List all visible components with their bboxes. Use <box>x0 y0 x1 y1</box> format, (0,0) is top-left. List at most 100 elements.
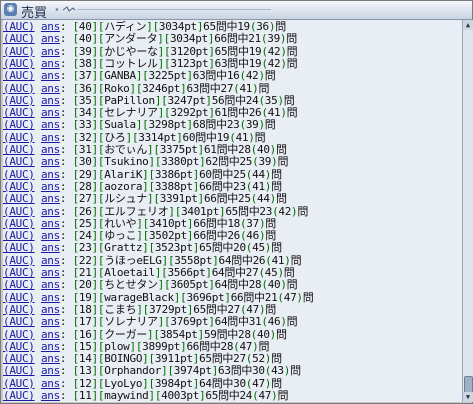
message-author[interactable]: ans <box>41 32 60 45</box>
message-author[interactable]: ans <box>41 389 60 402</box>
correct-count: 21 <box>248 32 261 46</box>
title-bar[interactable]: ◉ 売買 <box>1 1 472 21</box>
message-prefix[interactable]: (AUC) <box>3 94 35 107</box>
message-prefix[interactable]: (AUC) <box>3 364 35 377</box>
log-row: (AUC) ans: [33][Suala][3298pt]68問中23(39)… <box>3 119 276 131</box>
message-author[interactable]: ans <box>41 155 60 168</box>
percent-value: 66 <box>193 216 206 230</box>
total-count: 41 <box>271 253 285 267</box>
message-prefix[interactable]: (AUC) <box>3 118 35 131</box>
message-prefix[interactable]: (AUC) <box>3 389 35 402</box>
correct-count: 19 <box>248 56 262 70</box>
correct-count: 23 <box>259 204 273 218</box>
rank-value: 11 <box>78 389 92 402</box>
message-prefix[interactable]: (AUC) <box>3 180 35 193</box>
message-prefix[interactable]: (AUC) <box>3 315 35 328</box>
message-prefix[interactable]: (AUC) <box>3 82 35 95</box>
message-author[interactable]: ans <box>41 254 60 267</box>
message-prefix[interactable]: (AUC) <box>3 291 35 304</box>
message-author[interactable]: ans <box>41 69 60 82</box>
question-word: 問中 <box>216 143 239 156</box>
player-name: おでぃん <box>104 143 148 156</box>
message-prefix[interactable]: (AUC) <box>3 328 35 341</box>
message-author[interactable]: ans <box>41 266 60 279</box>
message-prefix[interactable]: (AUC) <box>3 241 35 254</box>
message-prefix[interactable]: (AUC) <box>3 254 35 267</box>
message-prefix[interactable]: (AUC) <box>3 278 35 291</box>
percent-value: 63 <box>214 56 228 70</box>
message-author[interactable]: ans <box>41 106 60 119</box>
message-author[interactable]: ans <box>41 241 60 254</box>
message-author[interactable]: ans <box>41 94 60 107</box>
message-author[interactable]: ans <box>41 303 60 316</box>
rank-value: 27 <box>78 192 92 206</box>
chat-log[interactable]: (AUC) ans: [40][ハディン][3034pt]65問中19(36)問… <box>3 20 462 402</box>
log-row: (AUC) ans: [25][れいや][3410pt]66問中18(37)問 <box>3 216 276 230</box>
message-prefix[interactable]: (AUC) <box>3 32 35 45</box>
message-prefix[interactable]: (AUC) <box>3 217 35 230</box>
message-prefix[interactable]: (AUC) <box>3 131 35 144</box>
message-author[interactable]: ans <box>41 352 60 365</box>
message-prefix[interactable]: (AUC) <box>3 168 35 181</box>
message-prefix[interactable]: (AUC) <box>3 352 35 365</box>
message-author[interactable]: ans <box>41 291 60 304</box>
message-prefix[interactable]: (AUC) <box>3 377 35 390</box>
message-author[interactable]: ans <box>41 364 60 377</box>
player-name: ルシュナ <box>104 192 148 206</box>
message-author[interactable]: ans <box>41 131 60 144</box>
points-value: 3120pt <box>170 44 209 58</box>
percent-value: 60 <box>182 130 196 144</box>
message-author[interactable]: ans <box>41 180 60 193</box>
message-prefix[interactable]: (AUC) <box>3 69 35 82</box>
question-word: 問中 <box>224 266 246 279</box>
question-tail: 問 <box>271 179 282 193</box>
message-prefix[interactable]: (AUC) <box>3 266 35 279</box>
rank-value: 26 <box>78 204 92 218</box>
message-prefix[interactable]: (AUC) <box>3 155 35 168</box>
vertical-scrollbar[interactable]: ▲ ▼ <box>462 20 473 402</box>
question-tail: 問 <box>258 339 270 353</box>
message-author[interactable]: ans <box>41 192 60 205</box>
message-prefix[interactable]: (AUC) <box>3 106 35 119</box>
question-tail: 問 <box>264 118 276 132</box>
message-author[interactable]: ans <box>41 82 60 95</box>
message-author[interactable]: ans <box>41 45 60 58</box>
percent-value: 64 <box>218 253 232 267</box>
message-prefix[interactable]: (AUC) <box>3 205 35 218</box>
message-prefix[interactable]: (AUC) <box>3 143 35 156</box>
message-prefix[interactable]: (AUC) <box>3 57 35 70</box>
question-word: 問中 <box>227 44 249 58</box>
message-author[interactable]: ans <box>41 168 60 181</box>
message-prefix[interactable]: (AUC) <box>3 303 35 316</box>
message-author[interactable]: ans <box>41 315 60 328</box>
message-author[interactable]: ans <box>41 328 60 341</box>
message-author[interactable]: ans <box>41 118 60 131</box>
total-count: 47 <box>252 376 265 390</box>
total-count: 44 <box>257 192 270 206</box>
message-author[interactable]: ans <box>41 377 60 390</box>
message-author[interactable]: ans <box>41 229 60 242</box>
message-prefix[interactable]: (AUC) <box>3 229 35 242</box>
message-author[interactable]: ans <box>41 143 60 156</box>
correct-count: 25 <box>233 167 246 181</box>
message-author[interactable]: ans <box>41 205 60 218</box>
message-prefix[interactable]: (AUC) <box>3 45 35 58</box>
message-prefix[interactable]: (AUC) <box>3 340 35 353</box>
message-author[interactable]: ans <box>41 278 60 291</box>
question-word: 問中 <box>199 81 221 95</box>
message-author[interactable]: ans <box>41 340 60 353</box>
total-count: 42 <box>245 69 259 83</box>
percent-value: 65 <box>225 204 238 218</box>
message-author[interactable]: ans <box>41 217 60 230</box>
log-row: (AUC) ans: [14][BOINGO][3911pt]65問中27(52… <box>3 353 282 365</box>
scroll-up-arrow-icon[interactable]: ▲ <box>463 20 473 30</box>
question-tail: 問 <box>277 155 289 169</box>
correct-count: 20 <box>233 241 246 255</box>
points-value: 3696pt <box>186 290 225 304</box>
player-name: plow <box>104 339 130 353</box>
total-count: 40 <box>267 278 281 292</box>
message-author[interactable]: ans <box>41 57 60 70</box>
message-prefix[interactable]: (AUC) <box>3 192 35 205</box>
percent-value: 65 <box>199 352 212 366</box>
scroll-down-arrow-icon[interactable]: ▼ <box>463 392 473 402</box>
